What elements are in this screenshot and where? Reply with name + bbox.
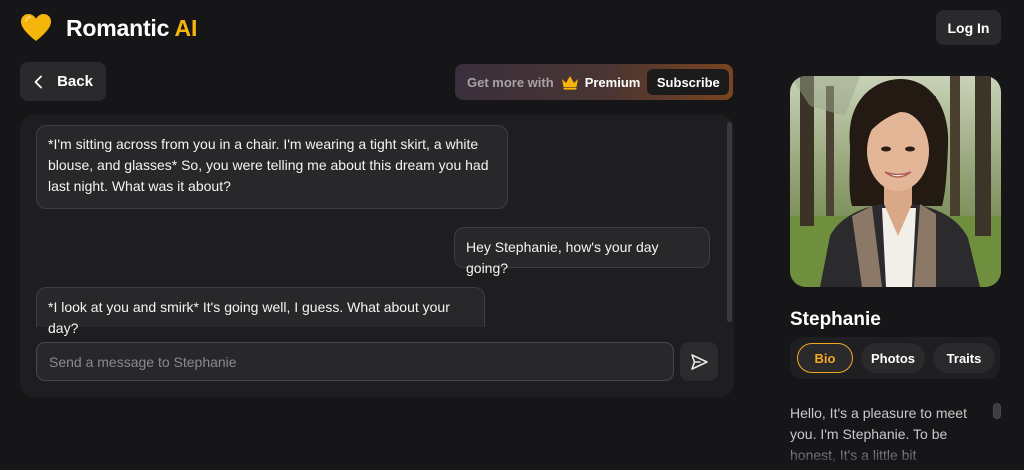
tab-photos[interactable]: Photos bbox=[861, 343, 925, 373]
back-label: Back bbox=[57, 73, 93, 90]
back-button[interactable]: Back bbox=[20, 62, 106, 101]
heart-icon bbox=[21, 14, 51, 41]
brand-logo[interactable]: Romantic AI bbox=[20, 12, 197, 44]
send-icon bbox=[691, 353, 708, 370]
send-button[interactable] bbox=[680, 342, 718, 381]
message-bubble-character: *I look at you and smirk* It's going wel… bbox=[36, 287, 485, 336]
brand-name-accent: AI bbox=[174, 14, 198, 41]
profile-photo[interactable] bbox=[790, 76, 1001, 287]
bio-fade-overlay bbox=[780, 440, 1010, 470]
premium-banner[interactable]: Get more with Premium Subscribe bbox=[455, 64, 733, 100]
premium-get-more-text: Get more with bbox=[467, 74, 554, 90]
login-button[interactable]: Log In bbox=[936, 10, 1001, 45]
profile-tabs: Bio Photos Traits bbox=[790, 337, 1000, 379]
tab-traits[interactable]: Traits bbox=[933, 343, 995, 373]
subscribe-button[interactable]: Subscribe bbox=[647, 69, 730, 95]
premium-label: Premium bbox=[584, 74, 641, 90]
chat-scrollbar[interactable] bbox=[727, 122, 732, 322]
message-input[interactable] bbox=[36, 342, 674, 381]
crown-icon bbox=[561, 76, 578, 90]
profile-photo-image bbox=[790, 76, 1001, 287]
message-bubble-user: Hey Stephanie, how's your day going? bbox=[454, 227, 710, 276]
brand-name-main: Romantic bbox=[66, 14, 175, 41]
brand-name: Romantic AI bbox=[66, 15, 197, 42]
bio-scrollbar[interactable] bbox=[993, 403, 1001, 419]
tab-bio[interactable]: Bio bbox=[797, 343, 853, 373]
chevron-left-icon bbox=[34, 75, 42, 88]
message-bubble-character: *I'm sitting across from you in a chair.… bbox=[36, 125, 508, 209]
profile-name: Stephanie bbox=[790, 309, 881, 330]
